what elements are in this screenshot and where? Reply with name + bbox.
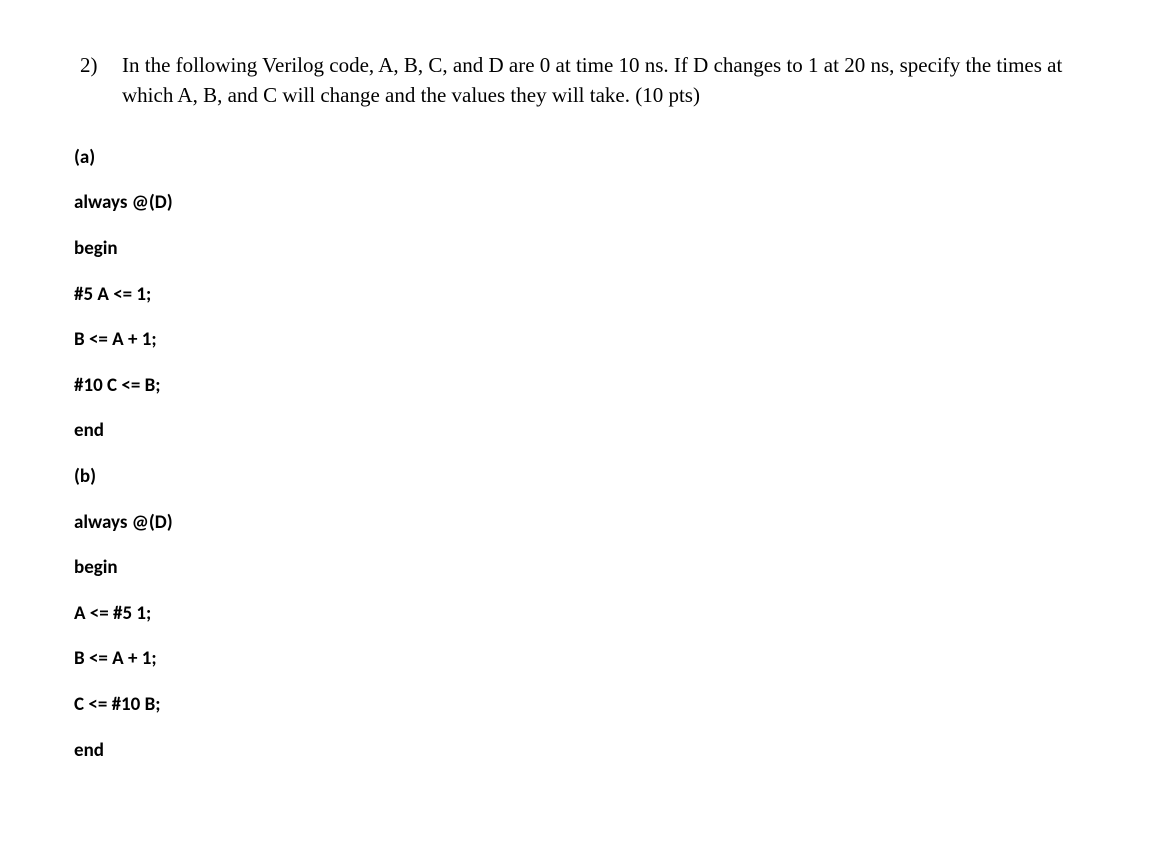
code-line: B <= A + 1; [74, 317, 1106, 363]
code-line: end [74, 408, 1106, 454]
part-b-label: (b) [74, 454, 1106, 500]
question-header: 2) In the following Verilog code, A, B, … [70, 50, 1106, 111]
question-number: 2) [70, 50, 122, 80]
question-prompt: In the following Verilog code, A, B, C, … [122, 50, 1106, 111]
code-line: always @(D) [74, 180, 1106, 226]
code-line: always @(D) [74, 500, 1106, 546]
code-line: #10 C <= B; [74, 363, 1106, 409]
code-line: C <= #10 B; [74, 682, 1106, 728]
code-line: end [74, 728, 1106, 774]
code-line: A <= #5 1; [74, 591, 1106, 637]
code-line: B <= A + 1; [74, 636, 1106, 682]
part-a-label: (a) [74, 135, 1106, 181]
part-a-code: always @(D) begin #5 A <= 1; B <= A + 1;… [74, 180, 1106, 454]
part-b-code: always @(D) begin A <= #5 1; B <= A + 1;… [74, 500, 1106, 774]
code-line: begin [74, 545, 1106, 591]
code-line: #5 A <= 1; [74, 272, 1106, 318]
code-line: begin [74, 226, 1106, 272]
